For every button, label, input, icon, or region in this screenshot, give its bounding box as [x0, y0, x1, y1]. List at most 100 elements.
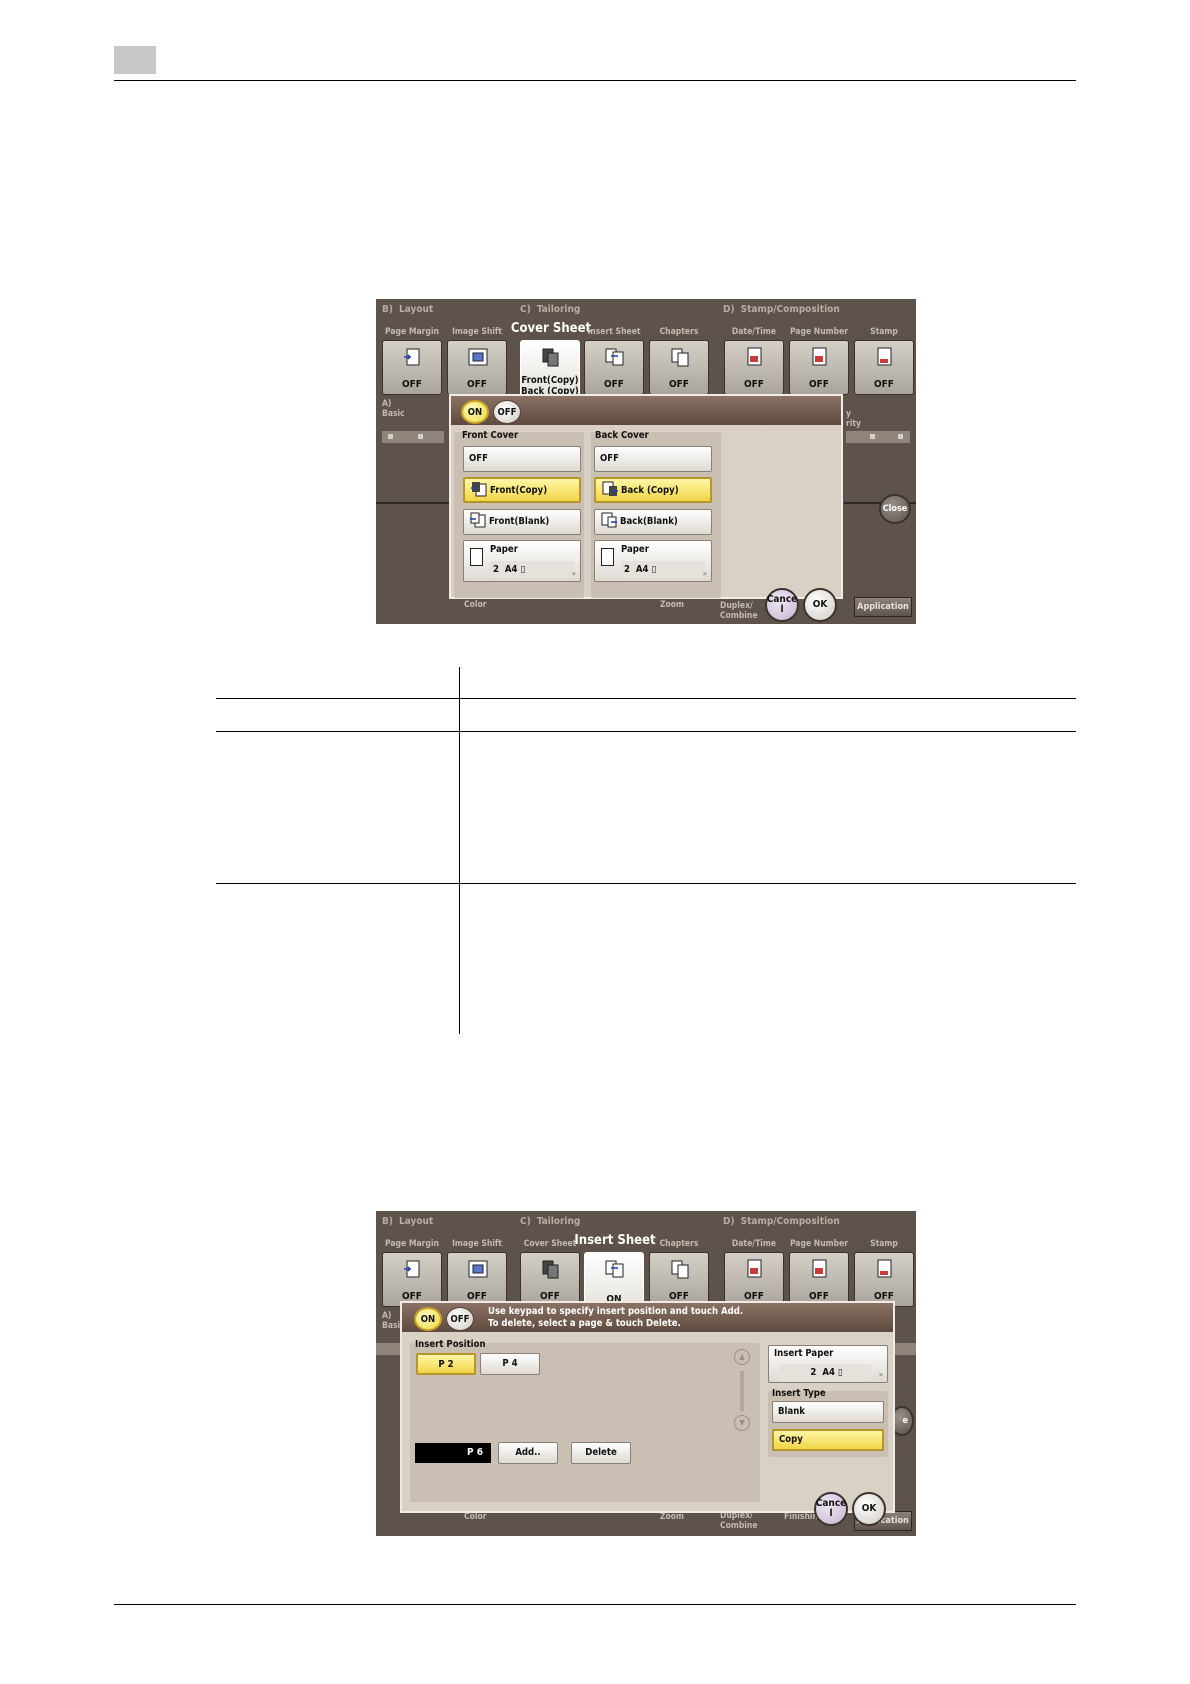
- table-row-divider: [216, 698, 1076, 699]
- date-time-button[interactable]: OFF: [724, 1252, 784, 1307]
- section-stamp-composition-label: D) Stamp/Composition: [723, 1216, 840, 1227]
- color-label: Color: [464, 1512, 487, 1522]
- insert-type-title: Insert Type: [772, 1388, 826, 1399]
- chapters-button[interactable]: OFF: [649, 1252, 709, 1307]
- cancel-button[interactable]: Cance l: [814, 1492, 848, 1526]
- strip-dot: [898, 434, 903, 439]
- front-paper-value: 2 A4 ▯: [490, 561, 574, 578]
- image-shift-button[interactable]: OFF: [447, 1252, 507, 1307]
- header-tab: [114, 46, 156, 74]
- tile-label-chapters: Chapters: [659, 327, 699, 337]
- front-copy-option[interactable]: Front(Copy): [463, 477, 581, 503]
- insert-sheet-off-button[interactable]: OFF: [446, 1307, 474, 1331]
- front-blank-option[interactable]: Front(Blank): [463, 509, 581, 535]
- duplex-combine-label: Duplex/ Combine: [720, 601, 758, 621]
- back-cover-panel: Back Cover OFF Back (Copy) Back(Blank) P…: [591, 430, 721, 598]
- front-copy-icon: [471, 482, 487, 497]
- date-time-button[interactable]: OFF: [724, 340, 784, 395]
- cover-sheet-dialog: ON OFF Front Cover OFF Front(Copy) Front…: [449, 394, 843, 599]
- front-paper-button[interactable]: Paper 2 A4 ▯ »: [463, 540, 581, 582]
- close-button[interactable]: Close: [879, 494, 911, 524]
- tile-label-page-number: Page Number: [789, 1239, 849, 1249]
- tile-label-stamp: Stamp: [870, 327, 898, 337]
- page-number-button[interactable]: OFF: [789, 340, 849, 395]
- cover-sheet-off-button[interactable]: OFF: [493, 400, 521, 424]
- insert-sheet-screenshot: B) Layout C) Tailoring D) Stamp/Composition…: [376, 1211, 916, 1536]
- back-copy-icon: [602, 481, 618, 496]
- application-button[interactable]: Application: [854, 597, 912, 617]
- progress-strip: [376, 1343, 402, 1355]
- ok-button[interactable]: OK: [803, 588, 837, 622]
- scroll-down-icon[interactable]: ▼: [734, 1415, 750, 1431]
- section-stamp-composition-label: D) Stamp/Composition: [723, 304, 840, 315]
- page-margin-button[interactable]: OFF: [382, 1252, 442, 1307]
- insert-position-p4[interactable]: P 4: [480, 1353, 540, 1375]
- date-time-stamp-icon: [747, 1259, 762, 1278]
- front-blank-icon: [470, 512, 486, 528]
- ok-button[interactable]: OK: [852, 1492, 886, 1526]
- page-margin-button[interactable]: OFF: [382, 340, 442, 395]
- cancel-button[interactable]: Cance l: [765, 588, 799, 622]
- scroll-up-icon[interactable]: ▲: [734, 1349, 750, 1365]
- tile-label-chapters: Chapters: [659, 1239, 699, 1249]
- back-paper-value: 2 A4 ▯: [621, 561, 705, 578]
- add-button[interactable]: Add..: [498, 1442, 558, 1464]
- cover-sheet-icon: [542, 1260, 559, 1279]
- front-cover-panel: Front Cover OFF Front(Copy) Front(Blank)…: [454, 430, 584, 598]
- strip-dot: [418, 434, 423, 439]
- back-blank-icon: [601, 512, 617, 528]
- paper-sheet-icon: [470, 548, 483, 566]
- insert-position-title: Insert Position: [415, 1339, 486, 1350]
- tile-label-insert-sheet: Insert Sheet: [574, 1233, 656, 1248]
- insert-sheet-on-button[interactable]: ON: [414, 1307, 442, 1331]
- insert-paper-button[interactable]: Insert Paper 2 A4 ▯ »: [768, 1345, 888, 1383]
- back-blank-option[interactable]: Back(Blank): [594, 509, 712, 535]
- insert-type-copy[interactable]: Copy: [772, 1429, 884, 1451]
- security-tab-label: y rity: [846, 409, 862, 429]
- insert-position-p2[interactable]: P 2: [416, 1353, 476, 1375]
- cover-sheet-icon: [542, 348, 559, 367]
- tile-label-page-margin: Page Margin: [385, 327, 439, 337]
- color-label: Color: [464, 600, 487, 610]
- back-cover-title: Back Cover: [595, 430, 649, 441]
- back-paper-button[interactable]: Paper 2 A4 ▯ »: [594, 540, 712, 582]
- stamp-button[interactable]: OFF: [854, 340, 914, 395]
- image-shift-button[interactable]: OFF: [447, 340, 507, 395]
- page-number-button[interactable]: OFF: [789, 1252, 849, 1307]
- scrollbar-track[interactable]: [740, 1371, 744, 1411]
- insert-paper-value: 2 A4 ▯: [779, 1364, 871, 1381]
- stamp-button[interactable]: OFF: [854, 1252, 914, 1307]
- page-number-stamp-icon: [812, 1259, 827, 1278]
- zoom-label: Zoom: [660, 600, 685, 610]
- front-cover-off-option[interactable]: OFF: [463, 446, 581, 472]
- insert-sheet-button[interactable]: OFF: [584, 340, 644, 395]
- insert-type-blank[interactable]: Blank: [772, 1401, 884, 1423]
- footer-rule: [114, 1604, 1076, 1605]
- insert-position-input[interactable]: P 6: [415, 1443, 491, 1463]
- page-margin-icon: [404, 348, 420, 366]
- cover-sheet-button[interactable]: OFF: [520, 1252, 580, 1307]
- zoom-label: Zoom: [660, 1512, 685, 1522]
- tile-label-page-number: Page Number: [789, 327, 849, 337]
- insert-sheet-icon: [605, 1260, 624, 1278]
- back-copy-option[interactable]: Back (Copy): [594, 477, 712, 503]
- section-layout-label: B) Layout: [382, 304, 434, 315]
- chapters-icon: [671, 348, 689, 367]
- tile-label-insert-sheet: Insert Sheet: [587, 327, 641, 337]
- chevron-right-icon: »: [878, 1370, 883, 1379]
- back-cover-off-option[interactable]: OFF: [594, 446, 712, 472]
- delete-button[interactable]: Delete: [571, 1442, 631, 1464]
- header-rule: [114, 80, 1076, 81]
- stamp-icon: [877, 347, 892, 366]
- duplex-combine-label: Duplex/ Combine: [720, 1511, 758, 1531]
- table-row-divider: [216, 883, 1076, 884]
- page-number-stamp-icon: [812, 347, 827, 366]
- cover-sheet-on-button[interactable]: ON: [461, 400, 489, 424]
- tile-label-date-time: Date/Time: [731, 1239, 777, 1249]
- date-time-stamp-icon: [747, 347, 762, 366]
- strip-dot: [388, 434, 393, 439]
- cover-sheet-button[interactable]: Front(Copy) Back (Copy): [520, 340, 580, 400]
- chevron-right-icon: »: [702, 569, 707, 578]
- tile-label-stamp: Stamp: [870, 1239, 898, 1249]
- chapters-button[interactable]: OFF: [649, 340, 709, 395]
